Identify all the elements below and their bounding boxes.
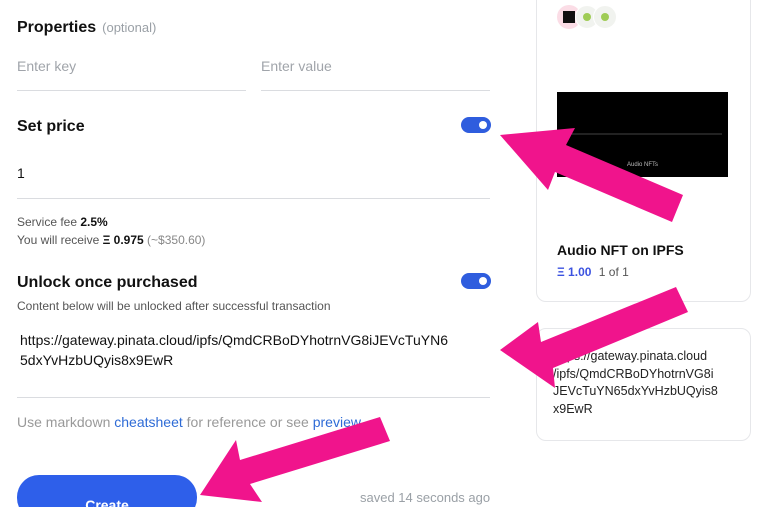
annotation-arrows (200, 128, 688, 502)
arrow-to-set-price-icon (500, 128, 683, 222)
arrow-to-unlock-content-icon (500, 287, 688, 388)
arrow-to-create-button-icon (200, 417, 390, 502)
